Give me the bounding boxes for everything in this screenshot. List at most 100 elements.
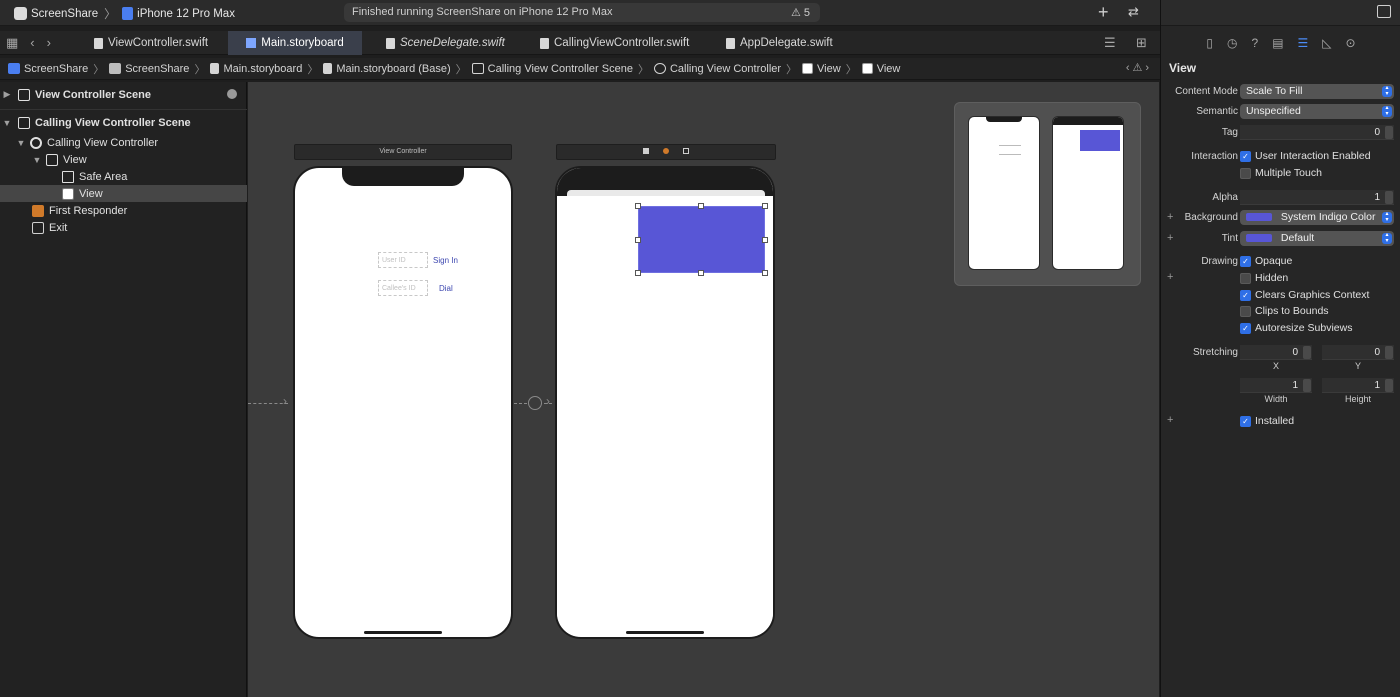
outline-item-calling-scene[interactable]: ▼ Calling View Controller Scene (0, 114, 247, 131)
stretch-x-stepper[interactable] (1303, 346, 1311, 359)
disclosure-right-icon[interactable]: ▶ (2, 89, 12, 100)
exit-dock-icon[interactable] (682, 148, 689, 155)
tab-main-storyboard[interactable]: Main.storyboard (228, 31, 362, 55)
resize-handle[interactable] (762, 270, 768, 276)
background-color-popup[interactable]: System Indigo Color ▴ ▾ (1240, 210, 1394, 225)
outline-label: First Responder (49, 204, 128, 217)
first-responder-dock-icon[interactable] (663, 148, 669, 155)
resize-handle[interactable] (698, 270, 704, 276)
checkbox-icon (1240, 167, 1251, 179)
file-inspector-icon[interactable]: ▯ (1206, 36, 1213, 50)
crumb-folder[interactable]: ScreenShare (109, 63, 189, 75)
stretch-width-stepper[interactable] (1303, 379, 1311, 392)
calling-view-controller-scene[interactable] (555, 166, 775, 639)
tint-color-popup[interactable]: Default ▴ ▾ (1240, 231, 1394, 246)
outline-item-view-controller-scene[interactable]: ▶ View Controller Scene (0, 86, 247, 103)
stretch-y-field[interactable]: 0 (1322, 345, 1394, 360)
selected-indigo-view[interactable] (638, 206, 765, 273)
back-icon[interactable]: ‹ (30, 35, 34, 51)
view-controller-scene[interactable]: User ID Sign In Callee's ID Dial (293, 166, 513, 639)
resize-handle[interactable] (698, 203, 704, 209)
add-variation-plus-icon[interactable]: + (1167, 271, 1173, 283)
outline-item-first-responder[interactable]: First Responder (0, 202, 247, 219)
multiple-touch-checkbox[interactable]: Multiple Touch (1240, 167, 1322, 179)
clips-bounds-checkbox[interactable]: Clips to Bounds (1240, 305, 1329, 317)
tab-viewcontroller[interactable]: ViewController.swift (84, 31, 218, 55)
initial-vc-arrow[interactable] (248, 403, 288, 404)
add-variation-plus-icon[interactable]: + (1167, 232, 1173, 244)
alpha-stepper[interactable] (1385, 191, 1393, 204)
stretch-x-field[interactable]: 0 (1240, 345, 1312, 360)
add-editor-icon[interactable]: ⊞ (1136, 35, 1147, 51)
callee-id-field[interactable]: Callee's ID (378, 280, 428, 296)
crumb-view[interactable]: View (802, 63, 841, 75)
library-plus-icon[interactable]: + (1098, 2, 1109, 23)
content-mode-popup[interactable]: Scale To Fill ▴ ▾ (1240, 84, 1394, 99)
disclosure-down-icon[interactable]: ▼ (2, 118, 12, 128)
stretch-height-stepper[interactable] (1385, 379, 1393, 392)
minimap-scene-1[interactable] (968, 116, 1040, 270)
crumb-storyboard[interactable]: Main.storyboard (210, 63, 302, 75)
toggle-inspector-icon[interactable] (1377, 5, 1391, 18)
segue-icon[interactable] (528, 396, 542, 410)
semantic-popup[interactable]: Unspecified ▴ ▾ (1240, 104, 1394, 119)
hidden-checkbox[interactable]: Hidden (1240, 272, 1288, 284)
add-variation-plus-icon[interactable]: + (1167, 211, 1173, 223)
field-value: 0 (1374, 127, 1380, 138)
resize-handle[interactable] (762, 237, 768, 243)
tag-stepper[interactable] (1385, 126, 1393, 139)
scheme-selector[interactable]: ScreenShare 〉 iPhone 12 Pro Max (14, 5, 235, 22)
tab-appdelegate[interactable]: AppDelegate.swift (716, 31, 843, 55)
disclosure-down-icon[interactable]: ▼ (16, 138, 26, 148)
tag-field[interactable]: 0 (1240, 125, 1394, 140)
user-interaction-checkbox[interactable]: ✓ User Interaction Enabled (1240, 150, 1371, 162)
editor-options-icon[interactable]: ☰ (1104, 35, 1116, 51)
outline-item-subview[interactable]: View (0, 185, 247, 202)
history-inspector-icon[interactable]: ◷ (1227, 36, 1237, 50)
sign-in-button[interactable]: Sign In (433, 256, 458, 265)
size-inspector-icon[interactable]: ◺ (1322, 36, 1331, 50)
crumb-controller[interactable]: Calling View Controller (653, 63, 781, 75)
controller-dock-icon[interactable] (643, 148, 650, 155)
opaque-checkbox[interactable]: ✓ Opaque (1240, 255, 1292, 267)
outline-item-safe-area[interactable]: Safe Area (0, 168, 247, 185)
crumb-storyboard-base[interactable]: Main.storyboard (Base) (323, 63, 451, 75)
issue-navigation-icons[interactable]: ‹⚠› (1126, 61, 1152, 74)
warning-count[interactable]: ⚠ 5 (791, 6, 810, 19)
tab-callingviewcontroller[interactable]: CallingViewController.swift (530, 31, 699, 55)
outline-item-calling-controller[interactable]: ▼ Calling View Controller (0, 134, 247, 151)
code-review-icon[interactable]: ⇄ (1128, 4, 1139, 20)
disclosure-down-icon[interactable]: ▼ (32, 155, 42, 165)
alpha-field[interactable]: 1 (1240, 190, 1394, 205)
storyboard-canvas[interactable]: › View Controller User ID Sign In Callee… (248, 82, 1159, 697)
clears-context-checkbox[interactable]: ✓ Clears Graphics Context (1240, 289, 1369, 301)
canvas-minimap[interactable] (954, 102, 1141, 286)
add-variation-plus-icon[interactable]: + (1167, 414, 1173, 426)
crumb-scene[interactable]: Calling View Controller Scene (471, 63, 633, 75)
forward-icon[interactable]: › (47, 35, 51, 51)
resize-handle[interactable] (635, 203, 641, 209)
stretch-height-field[interactable]: 1 (1322, 378, 1394, 393)
quick-help-icon[interactable]: ? (1252, 36, 1259, 50)
stretch-width-field[interactable]: 1 (1240, 378, 1312, 393)
crumb-project[interactable]: ScreenShare (8, 63, 88, 75)
stretch-y-stepper[interactable] (1385, 346, 1393, 359)
outline-item-view[interactable]: ▼ View (0, 151, 247, 168)
scene-dock-calling[interactable] (556, 144, 776, 160)
related-items-icon[interactable]: ▦ (6, 35, 18, 51)
dial-button[interactable]: Dial (439, 284, 453, 293)
autoresize-checkbox[interactable]: ✓ Autoresize Subviews (1240, 322, 1352, 334)
minimap-scene-2[interactable] (1052, 116, 1124, 270)
connections-inspector-icon[interactable]: ⊙ (1346, 36, 1356, 50)
resize-handle[interactable] (762, 203, 768, 209)
scene-dock-view-controller[interactable]: View Controller (294, 144, 512, 160)
resize-handle[interactable] (635, 270, 641, 276)
identity-inspector-icon[interactable]: ▤ (1272, 36, 1283, 50)
crumb-subview[interactable]: View (861, 63, 900, 75)
attributes-inspector-icon[interactable]: ☰ (1298, 36, 1309, 50)
outline-item-exit[interactable]: Exit (0, 219, 247, 236)
resize-handle[interactable] (635, 237, 641, 243)
user-id-field[interactable]: User ID (378, 252, 428, 268)
installed-checkbox[interactable]: ✓ Installed (1240, 415, 1294, 427)
tab-scenedelegate[interactable]: SceneDelegate.swift (376, 31, 515, 55)
